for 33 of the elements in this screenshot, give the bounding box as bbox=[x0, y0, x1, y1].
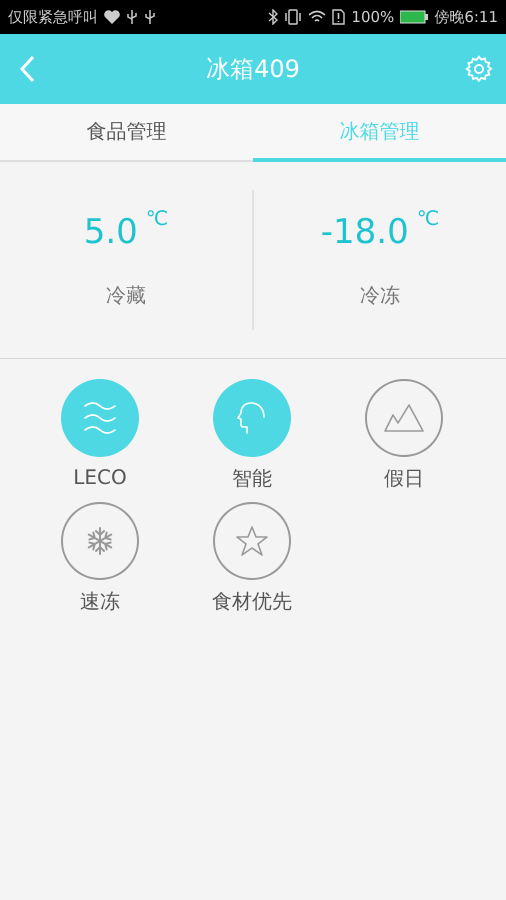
temperature-value: 5.0 bbox=[84, 212, 138, 252]
mode-button[interactable] bbox=[61, 502, 139, 580]
page-title: 冰箱409 bbox=[205, 54, 301, 85]
temperature-value: -18.0 bbox=[320, 212, 409, 252]
mountain-icon bbox=[383, 403, 425, 433]
battery-percent: 100% bbox=[351, 8, 394, 26]
temperature-unit: ℃ bbox=[416, 206, 440, 230]
tab[interactable]: 食品管理 bbox=[0, 104, 253, 162]
status-text: 仅限紧急呼叫 bbox=[8, 8, 98, 26]
star-icon bbox=[235, 525, 269, 557]
compartment-label: 冷冻 bbox=[360, 282, 400, 308]
head-icon bbox=[236, 401, 268, 435]
vibrate-icon bbox=[284, 9, 302, 25]
heart-icon bbox=[104, 10, 120, 24]
usb-icon bbox=[126, 9, 138, 25]
usb-icon bbox=[144, 9, 156, 25]
mode-label: 假日 bbox=[384, 465, 424, 492]
wifi-icon bbox=[308, 10, 326, 24]
battery-icon bbox=[400, 10, 428, 24]
mode-button[interactable] bbox=[213, 502, 291, 580]
sim-alert-icon bbox=[332, 9, 346, 25]
mode-label: 智能 bbox=[232, 465, 272, 492]
bluetooth-icon bbox=[268, 9, 278, 25]
settings-button[interactable] bbox=[464, 54, 494, 84]
clock-time: 傍晚6:11 bbox=[434, 8, 498, 26]
compartment-label: 冷藏 bbox=[106, 282, 146, 308]
snowflake-icon bbox=[85, 526, 115, 556]
mode-label: 食材优先 bbox=[212, 588, 292, 615]
temperature-unit: ℃ bbox=[146, 206, 168, 230]
waves-icon bbox=[83, 400, 117, 436]
mode-label: 速冻 bbox=[80, 588, 120, 615]
mode-label: LECO bbox=[73, 465, 127, 489]
mode-button[interactable] bbox=[365, 379, 443, 457]
